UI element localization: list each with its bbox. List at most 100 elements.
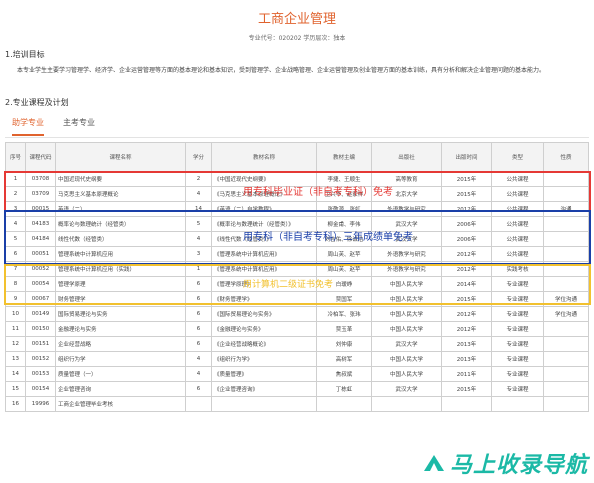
- table-cell: 公共课程: [491, 171, 544, 187]
- table-cell: 2012年: [441, 261, 492, 277]
- table-cell: 组织行为学: [55, 351, 186, 367]
- table-cell: 专业课程: [491, 351, 544, 367]
- table-cell: 《企业经营战略概论》: [211, 336, 317, 352]
- blue-annotation: 用专科（非自考专科）三年成绩单免考: [243, 232, 413, 243]
- table-cell: 00152: [25, 351, 56, 367]
- table-row: 15 00154 企业管理咨询 6 《企业管理咨询》 丁栋虹 武汉大学 2015年 专业课程: [5, 381, 589, 397]
- table-cell: [543, 366, 589, 382]
- watermark-logo-icon: [423, 455, 444, 471]
- table-header-cell: 学分: [185, 142, 212, 172]
- table-cell: 2006年: [441, 216, 492, 232]
- table-row: 9 00067 财务管理学 6 《财务管理学》 贾国军 中国人民大学 2015年 专业课程 学位沟…: [5, 291, 589, 307]
- table-cell: 丁栋虹: [316, 381, 372, 397]
- table-cell: 《质量管理》: [211, 366, 317, 382]
- table-row: 16 19996 工商企业管理毕业考核: [5, 396, 589, 412]
- table-cell: 04183: [25, 216, 56, 232]
- table-cell: 《金融理论与实务》: [211, 321, 317, 337]
- table-cell: 03709: [25, 186, 56, 202]
- table-cell: 4: [185, 186, 212, 202]
- table-cell: 2: [5, 186, 26, 202]
- table-cell: 14: [185, 201, 212, 217]
- page-subtitle: 专业代号：020202 学历层次：独本: [248, 35, 346, 42]
- table-cell: 工商企业管理毕业考核: [55, 396, 186, 412]
- table-cell: 武汉大学: [371, 336, 442, 352]
- table-cell: [543, 321, 589, 337]
- table-cell: 00154: [25, 381, 56, 397]
- table-cell: 5: [5, 231, 26, 247]
- table-cell: 6: [185, 336, 212, 352]
- table-cell: 10: [5, 306, 26, 322]
- table-cell: [543, 231, 589, 247]
- table-cell: 《管理系统中计算机应用》: [211, 246, 317, 262]
- table-header-cell: 出版社: [371, 142, 442, 172]
- table-cell: [543, 216, 589, 232]
- watermark-text: 马上收录导航: [449, 453, 588, 478]
- table-cell: 周山芙、赵苹: [316, 261, 372, 277]
- table-row: 3 00015 英语（二） 14 《英语（二）自学教程》 张敬源、张虹 外语教学与研究 201…: [5, 201, 589, 217]
- table-cell: 19996: [25, 396, 56, 412]
- table-cell: 管理系统中计算机应用: [55, 246, 186, 262]
- table-cell: 外语教学与研究: [371, 261, 442, 277]
- table-cell: 学位沟通: [543, 306, 589, 322]
- table-header-row: 序号 课程代码 课程名称 学分 教材名称 教材主编 出版社 出版时间 类型 性质: [5, 142, 589, 172]
- table-cell: 00151: [25, 336, 56, 352]
- table-cell: 14: [5, 366, 26, 382]
- table-cell: 00051: [25, 246, 56, 262]
- table-cell: 《国际贸易理论与实务》: [211, 306, 317, 322]
- table-cell: 国际贸易理论与实务: [55, 306, 186, 322]
- table-cell: 00150: [25, 321, 56, 337]
- table-cell: 《财务管理学》: [211, 291, 317, 307]
- table-cell: [543, 276, 589, 292]
- table-cell: 中国人民大学: [371, 306, 442, 322]
- table-cell: 中国近现代史纲要: [55, 171, 186, 187]
- table-cell: 高树军: [316, 351, 372, 367]
- table-cell: 2013年: [441, 351, 492, 367]
- table-cell: [185, 396, 212, 412]
- red-annotation: 用专科毕业证（非自考专科）免考: [243, 187, 393, 198]
- table-cell: 学位沟通: [543, 291, 589, 307]
- table-row: 12 00151 企业经营战略 6 《企业经营战略概论》 刘仲康 武汉大学 2013年 专业课程: [5, 336, 589, 352]
- tab-main-exam-major[interactable]: 主考专业: [63, 117, 95, 134]
- table-cell: 4: [185, 366, 212, 382]
- table-cell: 00067: [25, 291, 56, 307]
- table-cell: [441, 396, 492, 412]
- table-cell: 《组织行为学》: [211, 351, 317, 367]
- table-cell: 1: [5, 171, 26, 187]
- table-row: 6 00051 管理系统中计算机应用 3 《管理系统中计算机应用》 周山芙、赵苹 外语教学与…: [5, 246, 589, 262]
- table-cell: 张敬源、张虹: [316, 201, 372, 217]
- table-cell: 00149: [25, 306, 56, 322]
- table-cell: 2015年: [441, 171, 492, 187]
- table-cell: [543, 186, 589, 202]
- table-cell: 6: [185, 306, 212, 322]
- goal-paragraph: 本专业学生主要学习管理学、经济学、企业运营管理等方面的基本理论和基本知识，受到管…: [17, 67, 546, 74]
- table-cell: 管理学原理: [55, 276, 186, 292]
- table-cell: [543, 261, 589, 277]
- table-cell: 15: [5, 381, 26, 397]
- table-cell: 刘仲康: [316, 336, 372, 352]
- table-cell: 00052: [25, 261, 56, 277]
- table-cell: 贾玉革: [316, 321, 372, 337]
- page-title: 工商企业管理: [257, 12, 336, 27]
- table-row: 7 00052 管理系统中计算机应用（实践） 1 《管理系统中计算机应用》 周山芙、赵苹外…: [5, 261, 589, 277]
- table-cell: 外语教学与研究: [371, 201, 442, 217]
- table-header-cell: 教材名称: [211, 142, 317, 172]
- table-cell: [543, 336, 589, 352]
- table-cell: 2015年: [441, 186, 492, 202]
- table-cell: 00153: [25, 366, 56, 382]
- table-cell: 16: [5, 396, 26, 412]
- table-cell: [543, 171, 589, 187]
- table-header-cell: 序号: [5, 142, 26, 172]
- table-cell: 6: [185, 321, 212, 337]
- table-cell: 03708: [25, 171, 56, 187]
- table-cell: 公共课程: [491, 231, 544, 247]
- table-row: 14 00153 质量管理（一） 4 《质量管理》 焦叔斌 中国人民大学 2011年 专业课程: [5, 366, 589, 382]
- table-cell: 概率论与数理统计（经管类）: [55, 216, 186, 232]
- table-cell: 6: [5, 246, 26, 262]
- table-cell: 6: [185, 276, 212, 292]
- table-cell: 2015年: [441, 381, 492, 397]
- table-cell: 6: [185, 381, 212, 397]
- table-cell: 5: [185, 216, 212, 232]
- table-cell: 管理系统中计算机应用（实践）: [55, 261, 186, 277]
- tab-assisted-major[interactable]: 助学专业: [12, 117, 44, 136]
- table-cell: 00054: [25, 276, 56, 292]
